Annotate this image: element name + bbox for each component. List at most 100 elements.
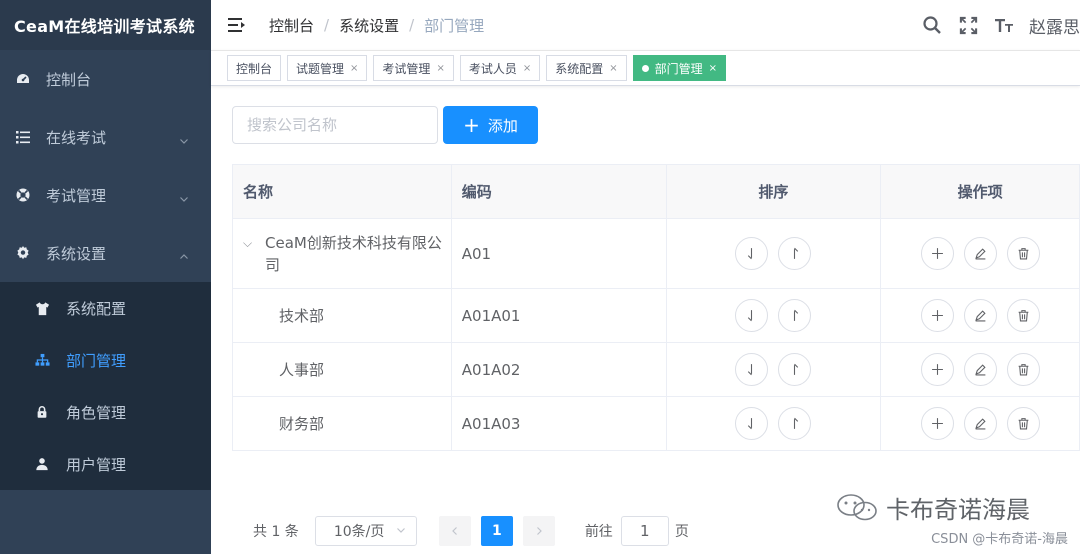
breadcrumb-item-dashboard[interactable]: 控制台 [269,15,314,36]
column-header-sort: 排序 [667,165,882,218]
wechat-logo-icon [836,493,880,523]
sidebar-item-department[interactable]: 部门管理 [0,334,211,386]
move-up-button[interactable] [778,299,812,332]
sidebar-item-label: 部门管理 [66,351,127,370]
move-up-button[interactable] [778,407,812,440]
username[interactable]: 赵露思 [1029,13,1080,38]
delete-button[interactable] [1006,299,1040,332]
edit-button[interactable] [963,407,997,440]
table-row: 财务部 A01A03 [233,397,1080,451]
sidebar-item-label: 用户管理 [66,455,127,474]
edit-button[interactable] [963,299,997,332]
tag-exam-personnel[interactable]: 考试人员 × [459,55,541,81]
cell-code: A01A01 [452,289,667,342]
move-up-button[interactable] [778,353,812,386]
search-icon[interactable] [921,14,943,36]
chevron-right-icon [536,527,542,535]
tag-dashboard[interactable]: 控制台 [227,55,282,81]
tag-exam-management[interactable]: 考试管理 × [373,55,454,81]
prev-page-button[interactable] [438,516,471,546]
move-down-button[interactable] [735,353,769,386]
lifebuoy-icon [14,186,32,204]
tag-department-management[interactable]: 部门管理 × [632,55,727,81]
page-size-select[interactable]: 10条/页 [314,516,417,546]
move-down-button[interactable] [735,237,769,270]
cell-actions [881,397,1080,450]
add-child-button[interactable] [920,299,954,332]
arrow-down-icon [748,364,753,376]
active-dot-icon [641,64,649,72]
sidebar-item-online-exam[interactable]: 在线考试 [0,108,211,166]
breadcrumb: 控制台 / 系统设置 / 部门管理 [269,15,484,36]
breadcrumb-item-settings[interactable]: 系统设置 [339,15,399,36]
add-child-button[interactable] [920,237,954,270]
sidebar-item-dashboard[interactable]: 控制台 [0,50,211,108]
delete-button[interactable] [1006,237,1040,270]
add-button[interactable]: + 添加 [443,106,538,144]
move-up-button[interactable] [778,237,812,270]
tag-label: 考试人员 [468,61,517,76]
cell-code: A01 [452,219,667,288]
plus-icon: + [463,113,480,137]
arrow-up-icon [794,247,799,259]
cell-actions [881,289,1080,342]
add-child-button[interactable] [920,407,954,440]
cell-sort [667,289,882,342]
close-icon[interactable]: × [609,63,617,74]
cell-name: 技术部 [233,289,452,342]
gear-icon [14,244,32,262]
sidebar-item-label: 系统设置 [46,244,107,263]
edit-button[interactable] [963,353,997,386]
sidebar-item-label: 在线考试 [46,128,107,147]
plus-icon [931,418,943,429]
search-input[interactable] [232,106,438,144]
tag-label: 控制台 [236,61,273,76]
table-header: 名称 编码 排序 操作项 [233,165,1080,219]
cell-sort [667,219,882,288]
move-down-button[interactable] [735,299,769,332]
add-child-button[interactable] [920,353,954,386]
watermark: 卡布奇诺海晨 [836,490,1030,525]
tag-question-management[interactable]: 试题管理 × [287,55,368,81]
sidebar-item-label: 控制台 [46,70,92,89]
chevron-down-icon[interactable]: ⌵ [243,232,257,254]
page-unit-label: 页 [674,524,689,540]
move-down-button[interactable] [735,407,769,440]
column-header-code: 编码 [452,165,667,218]
breadcrumb-separator: / [324,16,330,34]
shirt-icon [34,300,50,316]
sidebar-item-system-config[interactable]: 系统配置 [0,282,211,334]
page-number-current[interactable]: 1 [480,516,513,546]
tag-label: 系统配置 [555,61,604,76]
sidebar-item-user[interactable]: 用户管理 [0,438,211,490]
delete-button[interactable] [1006,353,1040,386]
list-icon [14,128,32,146]
cell-code: A01A03 [452,397,667,450]
fullscreen-icon[interactable] [957,14,979,36]
trash-icon [1018,310,1028,322]
edit-icon [974,418,986,430]
next-page-button[interactable] [522,516,555,546]
close-icon[interactable]: × [350,63,358,74]
edit-button[interactable] [963,237,997,270]
close-icon[interactable]: × [709,63,717,74]
arrow-up-icon [794,309,799,321]
sidebar-item-exam-management[interactable]: 考试管理 [0,166,211,224]
chevron-up-icon [179,248,189,259]
arrow-up-icon [794,363,799,375]
delete-button[interactable] [1006,407,1040,440]
edit-icon [974,310,986,322]
sidebar-item-label: 考试管理 [46,186,107,205]
arrow-down-icon [748,418,753,430]
sidebar: CeaM在线培训考试系统 控制台 在线考试 考试管理 系统设置 系统配置 部门管… [0,0,211,554]
goto-page-input[interactable] [620,516,669,546]
sidebar-item-role[interactable]: 角色管理 [0,386,211,438]
hamburger-icon[interactable] [227,15,247,35]
sidebar-item-system-settings[interactable]: 系统设置 [0,224,211,282]
close-icon[interactable]: × [523,63,531,74]
tag-system-config[interactable]: 系统配置 × [546,55,627,81]
column-header-name: 名称 [233,165,452,218]
close-icon[interactable]: × [436,63,444,74]
table-row: ⌵ CeaM创新技术科技有限公司 A01 [233,219,1080,289]
font-size-icon[interactable] [993,14,1015,36]
